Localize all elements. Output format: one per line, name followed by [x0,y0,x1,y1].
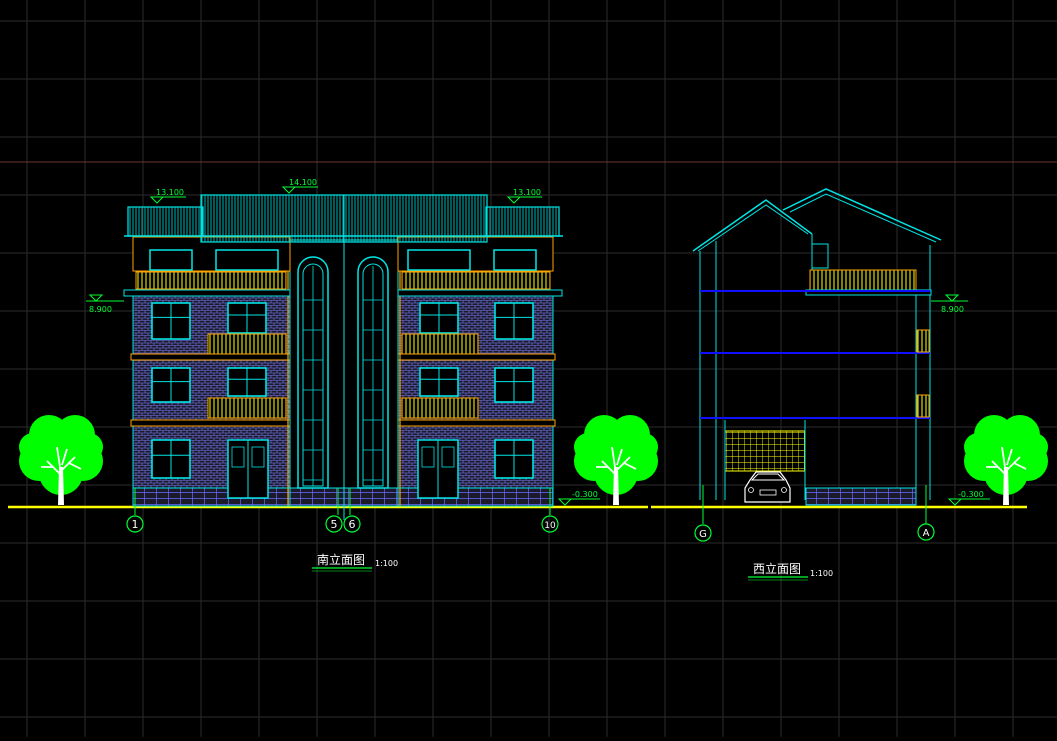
window [227,367,267,397]
west-level-ground: -0.300 [958,490,984,499]
south-elevation-title: 南立面图 [317,552,365,567]
window [419,367,459,397]
level-ground: -0.300 [572,490,598,499]
west-level-floor3: 8.900 [941,305,964,314]
svg-text:6: 6 [349,518,356,531]
drawing-sheet[interactable]: 13.100 14.100 13.100 8.900 -0.300 1 5 6 … [0,0,1057,737]
south-elevation-scale: 1:100 [375,559,398,568]
window [419,302,459,334]
south-elevation[interactable]: 13.100 14.100 13.100 8.900 -0.300 1 5 6 … [8,178,648,572]
svg-text:1: 1 [132,518,139,531]
tree-icon [19,415,103,505]
svg-text:10: 10 [544,521,556,531]
svg-text:A: A [923,528,930,539]
level-roof-mid: 14.100 [289,178,317,187]
window [151,439,191,479]
level-roof-right: 13.100 [513,188,541,197]
roof [124,194,563,243]
svg-text:G: G [699,529,707,540]
axis-bubble-6: 6 [343,515,361,533]
svg-text:5: 5 [331,518,338,531]
window [494,439,534,479]
axis-bubble-1: 1 [126,515,144,533]
window [494,302,534,340]
axis-bubble-5: 5 [325,515,343,533]
level-marker-icon: 14.100 [281,178,318,194]
west-elevation-title: 西立面图 [753,561,801,576]
level-floor3: 8.900 [89,305,112,314]
window [227,302,267,334]
level-marker-icon: -0.300 [557,490,600,506]
car-icon [744,471,791,503]
cad-canvas[interactable]: 13.100 14.100 13.100 8.900 -0.300 1 5 6 … [0,0,1057,737]
window [151,367,191,403]
level-marker-icon: 13.100 [149,188,186,204]
axis-bubble-10: 10 [541,515,559,533]
axis-bubble-g: G [694,524,712,542]
west-elevation-scale: 1:100 [810,569,833,578]
level-marker-icon: 13.100 [506,188,542,204]
window [494,367,534,403]
level-roof-left: 13.100 [156,188,184,197]
stair-tower [287,195,401,520]
window [151,302,191,340]
axis-bubble-a: A [917,523,935,541]
